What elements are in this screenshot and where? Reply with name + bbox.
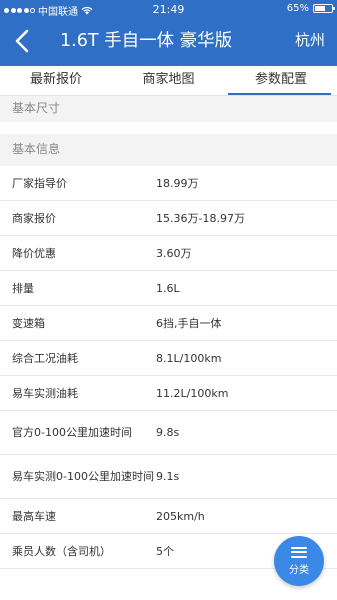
row-value: 15.36万-18.97万 — [156, 212, 245, 225]
section-basic-info[interactable]: 基本信息 — [0, 134, 337, 166]
table-row: 排量 1.6L — [0, 271, 337, 306]
row-label: 降价优惠 — [12, 246, 56, 260]
tab-latest-price[interactable]: 最新报价 — [0, 66, 112, 96]
chevron-left-icon — [15, 29, 29, 53]
row-value: 205km/h — [156, 509, 205, 523]
fab-label: 分类 — [289, 564, 309, 576]
nav-bar: 1.6T 手自一体 豪华版 杭州 — [0, 18, 337, 66]
spec-table: 厂家指导价 18.99万 商家报价 15.36万-18.97万 降价优惠 3.6… — [0, 166, 337, 569]
row-label: 易车实测油耗 — [12, 386, 78, 400]
row-value: 18.99万 — [156, 177, 199, 190]
table-row: 变速箱 6挡,手自一体 — [0, 306, 337, 341]
table-row: 最高车速 205km/h — [0, 499, 337, 534]
table-row: 厂家指导价 18.99万 — [0, 166, 337, 201]
table-row: 商家报价 15.36万-18.97万 — [0, 201, 337, 236]
battery-percent: 65% — [286, 3, 309, 14]
row-label: 排量 — [12, 281, 34, 295]
row-value: 9.1s — [156, 470, 180, 483]
table-row: 降价优惠 3.60万 — [0, 236, 337, 271]
row-label: 变速箱 — [12, 316, 45, 330]
row-value: 3.60万 — [156, 247, 192, 260]
row-label: 乘员人数（含司机） — [12, 544, 111, 558]
table-row: 综合工况油耗 8.1L/100km — [0, 341, 337, 376]
row-value: 9.8s — [156, 426, 180, 439]
row-value: 6挡,手自一体 — [156, 317, 222, 330]
section-basic-size[interactable]: 基本尺寸 — [0, 96, 337, 122]
row-value: 8.1L/100km — [156, 351, 222, 365]
table-row: 易车实测0-100公里加速时间 9.1s — [0, 455, 337, 499]
city-selector[interactable]: 杭州 — [295, 29, 325, 50]
tab-specs[interactable]: 参数配置 — [225, 66, 337, 96]
active-tab-indicator — [228, 93, 331, 95]
row-value: 11.2L/100km — [156, 386, 229, 400]
row-label: 官方0-100公里加速时间 — [12, 426, 132, 439]
table-row: 官方0-100公里加速时间 9.8s — [0, 411, 337, 455]
table-row: 易车实测油耗 11.2L/100km — [0, 376, 337, 411]
status-right: 65% — [286, 3, 335, 14]
tab-bar: 最新报价 商家地图 参数配置 — [0, 66, 337, 96]
row-value: 1.6L — [156, 281, 180, 295]
category-fab-button[interactable]: 分类 — [274, 536, 324, 586]
battery-icon — [313, 4, 335, 13]
battery-level — [315, 6, 326, 11]
back-button[interactable] — [12, 28, 34, 54]
tab-dealer-map[interactable]: 商家地图 — [112, 66, 225, 96]
row-label: 最高车速 — [12, 509, 56, 523]
page-title: 1.6T 手自一体 豪华版 — [60, 31, 233, 51]
status-bar: 中国联通 21:49 65% — [0, 0, 337, 18]
row-label: 易车实测0-100公里加速时间 — [12, 470, 154, 483]
row-label: 厂家指导价 — [12, 176, 67, 190]
menu-icon — [291, 546, 307, 558]
row-label: 商家报价 — [12, 211, 56, 225]
top-bar: 中国联通 21:49 65% 1.6T 手自一体 豪华版 杭州 — [0, 0, 337, 66]
row-label: 综合工况油耗 — [12, 351, 78, 365]
